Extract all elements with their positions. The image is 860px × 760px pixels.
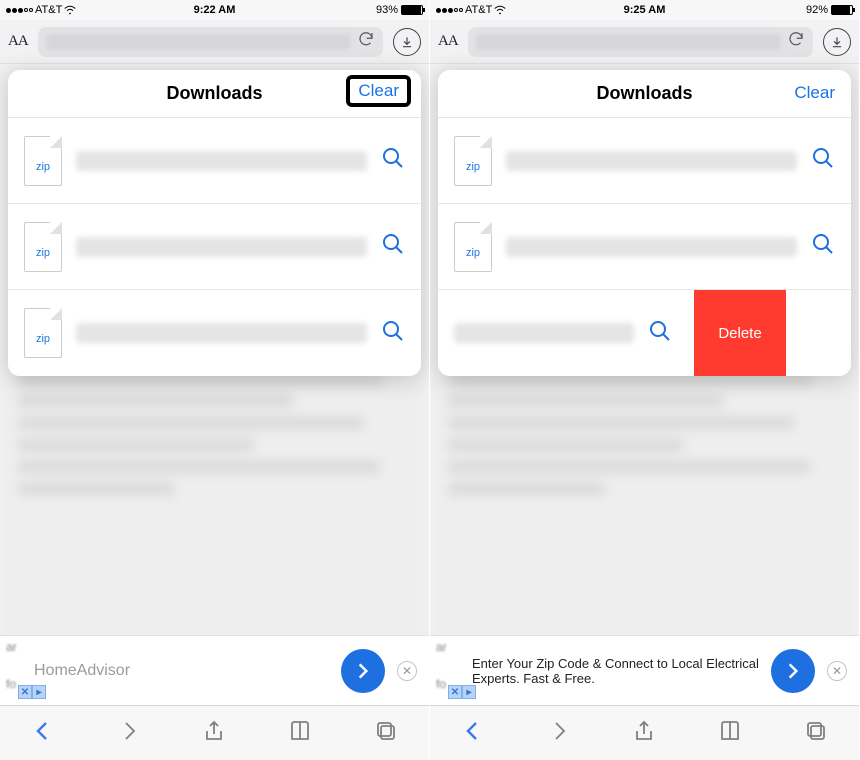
download-filename-blurred: [76, 151, 367, 171]
tabs-button[interactable]: [374, 719, 398, 748]
bookmarks-button[interactable]: [718, 719, 742, 748]
status-time: 9:25 AM: [430, 4, 859, 16]
delete-button[interactable]: Delete: [694, 290, 786, 376]
file-zip-icon: zip: [24, 136, 62, 186]
forward-button[interactable]: [117, 719, 141, 748]
download-item[interactable]: zip: [438, 204, 851, 290]
downloads-button[interactable]: [393, 28, 421, 56]
forward-button[interactable]: [547, 719, 571, 748]
download-filename-blurred: [76, 323, 367, 343]
clear-button[interactable]: Clear: [346, 75, 411, 107]
popover-header: Downloads Clear: [438, 70, 851, 118]
bookmarks-button[interactable]: [288, 719, 312, 748]
address-field[interactable]: [38, 27, 383, 57]
adchoices-icon[interactable]: ✕▸: [18, 685, 46, 699]
search-in-files-icon[interactable]: [381, 319, 405, 348]
url-bar: AA: [0, 20, 429, 64]
search-in-files-icon[interactable]: [811, 232, 835, 261]
file-zip-icon: zip: [24, 308, 62, 358]
download-item-swiped[interactable]: Delete: [438, 290, 851, 376]
downloads-popover: Downloads Clear zip zip Delete: [438, 70, 851, 376]
download-item[interactable]: zip: [438, 118, 851, 204]
address-field[interactable]: [468, 27, 813, 57]
reload-icon[interactable]: [787, 30, 805, 53]
ad-close-button[interactable]: ✕: [827, 661, 847, 681]
back-button[interactable]: [31, 719, 55, 748]
search-in-files-icon[interactable]: [381, 146, 405, 175]
page-fragment-fo: fo: [436, 677, 446, 691]
downloads-button[interactable]: [823, 28, 851, 56]
download-filename-blurred: [454, 323, 634, 343]
safari-toolbar: [430, 705, 859, 760]
text-size-button[interactable]: AA: [8, 33, 28, 50]
text-size-button[interactable]: AA: [438, 33, 458, 50]
phone-right: AT&T 9:25 AM 92% AA Downloads Clear: [430, 0, 860, 760]
ad-brand: HomeAdvisor: [34, 662, 130, 679]
download-item[interactable]: zip: [8, 290, 421, 376]
popover-header: Downloads Clear: [8, 70, 421, 118]
download-item[interactable]: zip: [8, 204, 421, 290]
back-button[interactable]: [461, 719, 485, 748]
file-zip-icon: zip: [454, 136, 492, 186]
file-zip-icon: zip: [24, 222, 62, 272]
phone-left: AT&T 9:22 AM 93% AA Downloads Clear: [0, 0, 430, 760]
ad-next-button[interactable]: [771, 649, 815, 693]
search-in-files-icon[interactable]: [381, 232, 405, 261]
status-bar: AT&T 9:25 AM 92%: [430, 0, 859, 20]
address-text-blurred: [476, 34, 781, 50]
popover-title: Downloads: [452, 83, 837, 104]
ad-banner[interactable]: ar fo Enter Your Zip Code & Connect to L…: [430, 635, 859, 705]
reload-icon[interactable]: [357, 30, 375, 53]
page-fragment-fo: fo: [6, 677, 16, 691]
battery-icon: [401, 5, 423, 15]
download-item[interactable]: zip: [8, 118, 421, 204]
battery-icon: [831, 5, 853, 15]
share-button[interactable]: [632, 719, 656, 748]
page-fragment-ar: ar: [436, 640, 447, 654]
page-fragment-ar: ar: [6, 640, 17, 654]
address-text-blurred: [46, 34, 351, 50]
url-bar: AA: [430, 20, 859, 64]
safari-toolbar: [0, 705, 429, 760]
ad-close-button[interactable]: ✕: [397, 661, 417, 681]
adchoices-icon[interactable]: ✕▸: [448, 685, 476, 699]
download-filename-blurred: [76, 237, 367, 257]
file-zip-icon: zip: [454, 222, 492, 272]
status-time: 9:22 AM: [0, 4, 429, 16]
tabs-button[interactable]: [804, 719, 828, 748]
ad-text: Enter Your Zip Code & Connect to Local E…: [442, 656, 759, 686]
ad-next-button[interactable]: [341, 649, 385, 693]
ad-banner[interactable]: ar fo HomeAdvisor ✕ ✕▸: [0, 635, 429, 705]
search-in-files-icon[interactable]: [648, 319, 672, 348]
search-in-files-icon[interactable]: [811, 146, 835, 175]
download-filename-blurred: [506, 237, 797, 257]
downloads-popover: Downloads Clear zip zip zip: [8, 70, 421, 376]
share-button[interactable]: [202, 719, 226, 748]
download-filename-blurred: [506, 151, 797, 171]
status-bar: AT&T 9:22 AM 93%: [0, 0, 429, 20]
clear-button[interactable]: Clear: [788, 79, 841, 107]
